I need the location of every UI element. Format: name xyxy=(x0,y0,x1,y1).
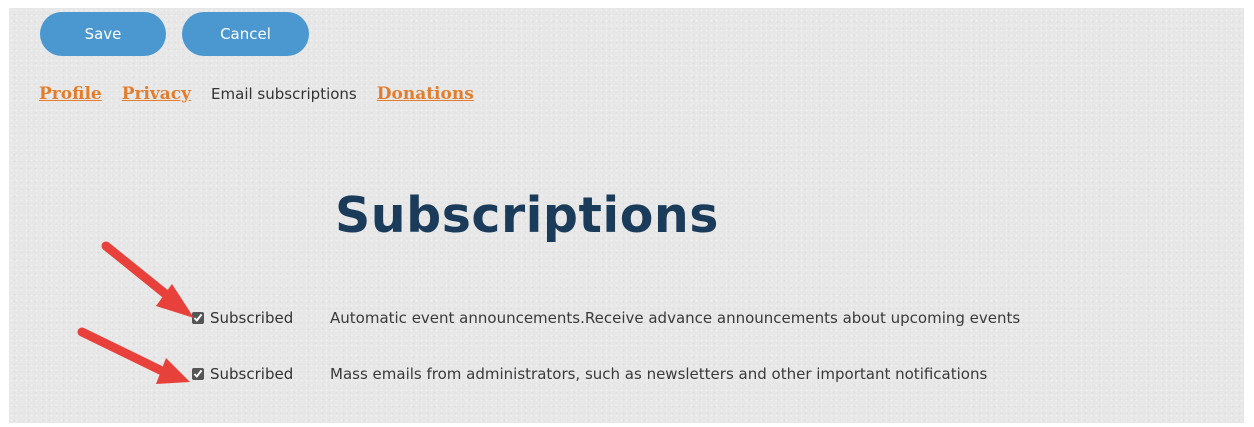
subscription-checkbox[interactable] xyxy=(192,312,204,324)
cancel-button[interactable]: Cancel xyxy=(182,12,309,56)
subscription-status: Subscribed xyxy=(210,365,294,383)
subscription-description: Automatic event announcements.Receive ad… xyxy=(330,309,1021,327)
settings-tabs: Profile Privacy Email subscriptions Dona… xyxy=(39,84,494,108)
subscription-row: Subscribed Mass emails from administrato… xyxy=(192,362,987,386)
tab-email-subscriptions: Email subscriptions xyxy=(211,85,357,103)
subscription-row: Subscribed Automatic event announcements… xyxy=(192,306,1020,330)
subscription-checkbox[interactable] xyxy=(192,368,204,380)
subscription-status: Subscribed xyxy=(210,309,294,327)
page-title: Subscriptions xyxy=(335,187,719,244)
tab-privacy[interactable]: Privacy xyxy=(122,84,191,104)
save-button[interactable]: Save xyxy=(40,12,166,56)
tab-donations[interactable]: Donations xyxy=(377,84,474,104)
tab-profile[interactable]: Profile xyxy=(39,84,102,104)
subscription-description: Mass emails from administrators, such as… xyxy=(330,365,988,383)
